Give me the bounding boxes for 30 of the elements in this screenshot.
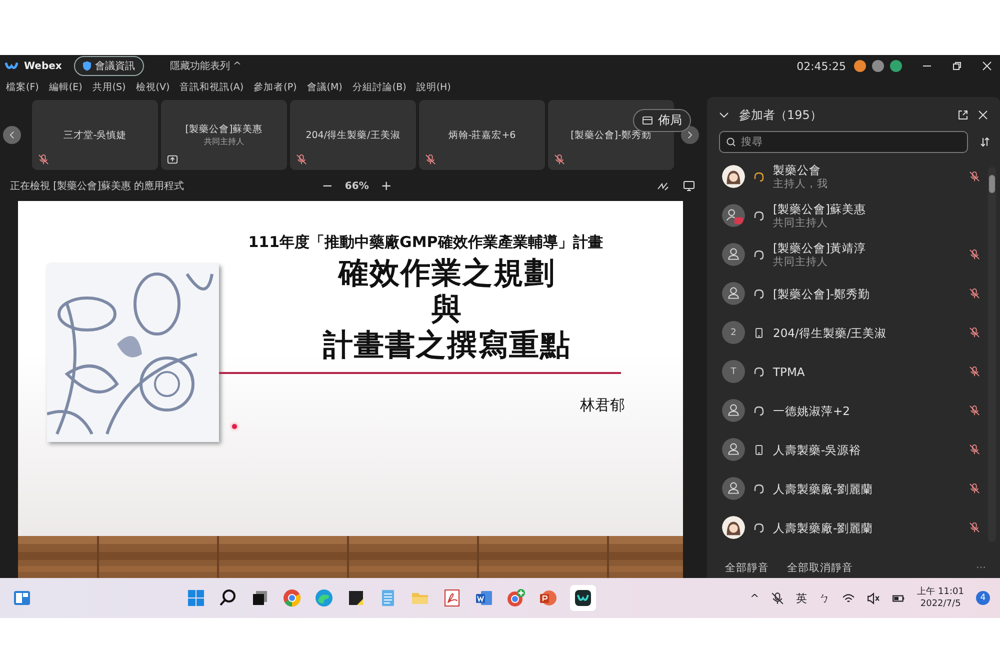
tile-name: 204/得生製藥/王美淑 <box>306 128 400 142</box>
tile-role: 共同主持人 <box>204 136 244 147</box>
participant-name: 一德姚淑萍+2 <box>773 404 851 418</box>
slide-title-line: 與 <box>432 292 462 328</box>
zoom-level: 66% <box>344 180 369 192</box>
participant-name: 人壽製藥廠-劉麗蘭 <box>773 520 874 534</box>
participant-name: 人壽製藥-吳源裕 <box>773 442 862 456</box>
initial-avatar: 2 <box>722 321 745 344</box>
slide-title-line: 確效作業之規劃 <box>338 256 556 292</box>
tile-name: 炳翰-莊嘉宏+6 <box>448 128 516 142</box>
participant-role: 共同主持人 <box>773 254 829 268</box>
slide-author: 林君郁 <box>580 396 625 415</box>
tile-name: [製藥公會]蘇美惠 <box>185 123 263 136</box>
participant-name: 製藥公會 <box>773 162 822 176</box>
slide-title-line: 計畫書之撰寫重點 <box>323 328 571 364</box>
participant-role: 主持人，我 <box>773 176 829 190</box>
app-name: Webex <box>24 60 62 72</box>
tile-name: 三才堂-吳慎婕 <box>63 128 127 142</box>
participant-name: TPMA <box>773 364 806 378</box>
viewing-label: 正在檢視 [製藥公會]蘇美惠 的應用程式 <box>10 180 186 193</box>
panel-title: 參加者（195） <box>739 106 822 124</box>
initial-avatar: T <box>722 360 745 383</box>
slide-subtitle: 111年度「推動中藥廠GMP確效作業產業輔導」計畫 <box>248 233 603 252</box>
participant-name: [製藥公會]蘇美惠 <box>773 202 867 216</box>
participant-name: [製藥公會]黃靖淳 <box>773 240 867 254</box>
participant-name: 人壽製藥廠-劉麗蘭 <box>773 482 874 496</box>
participant-name: [製藥公會]-鄭秀勤 <box>773 286 872 300</box>
participant-role: 共同主持人 <box>773 216 829 230</box>
participant-name: 204/得生製藥/王美淑 <box>773 326 888 340</box>
meeting-timer: 02:45:25 <box>796 60 846 72</box>
